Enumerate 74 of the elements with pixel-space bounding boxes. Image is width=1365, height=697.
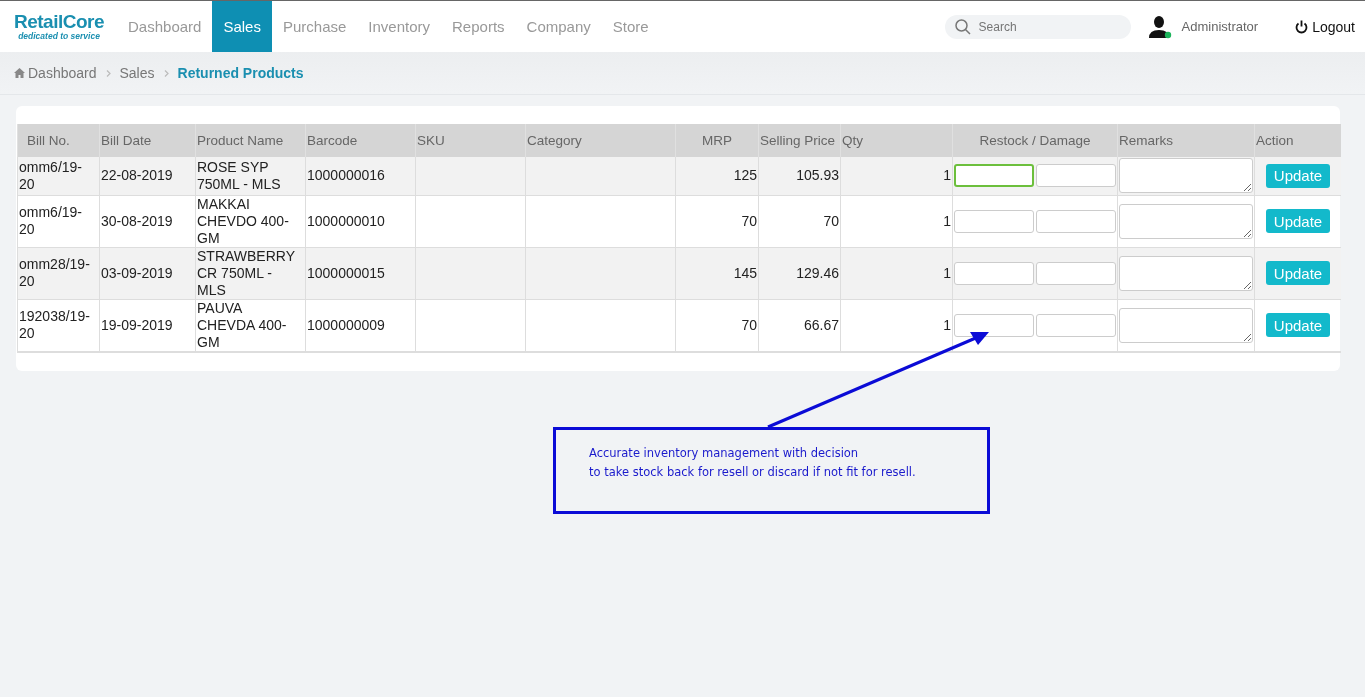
- power-icon: [1295, 19, 1309, 34]
- table-cell: 1000000009: [307, 316, 385, 333]
- nav-tab[interactable]: Dashboard: [117, 1, 213, 52]
- column-header: Category: [525, 124, 676, 157]
- table-cell: 1000000016: [307, 167, 385, 184]
- remarks-field[interactable]: [1119, 203, 1253, 239]
- update-button[interactable]: Update: [1266, 163, 1330, 188]
- column-header: Product Name: [195, 124, 306, 157]
- table-cell: 19-09-2019: [101, 316, 173, 333]
- table-cell: 105.93: [796, 167, 839, 184]
- remarks-field[interactable]: [1119, 307, 1253, 343]
- table-cell-text: STRAWBERRY CR 750ML - MLS: [197, 247, 296, 299]
- logout-button[interactable]: Logout: [1295, 18, 1355, 35]
- column-header: MRP: [675, 124, 759, 157]
- column-header: Barcode: [305, 124, 416, 157]
- column-header: Selling Price: [758, 124, 841, 157]
- restock-field[interactable]: [954, 261, 1034, 285]
- table-cell-text: ROSE SYP 750ML - MLS: [197, 158, 282, 193]
- restock-field[interactable]: [954, 209, 1034, 233]
- table-cell-text: PAUVA CHEVDA 400-GM: [197, 299, 288, 351]
- column-header: SKU: [415, 124, 526, 157]
- breadcrumb-link[interactable]: Dashboard: [14, 65, 97, 81]
- callout-text: to take stock back for resell or discard if not fit for resell.: [589, 464, 917, 481]
- nav-tab[interactable]: Store: [601, 1, 660, 52]
- table-cell: 1: [943, 167, 951, 184]
- table-cell: 1: [943, 212, 951, 229]
- nav-tab[interactable]: Sales: [212, 1, 272, 52]
- brand-name: RetailCore: [14, 12, 105, 32]
- damage-field[interactable]: [1036, 313, 1116, 337]
- breadcrumb-link[interactable]: Returned Products: [177, 65, 304, 81]
- column-header: Restock / Damage: [952, 124, 1118, 157]
- table-cell: 70: [741, 316, 757, 333]
- table-cell: 70: [741, 212, 757, 229]
- table-cell: 30-08-2019: [101, 212, 173, 229]
- update-button[interactable]: Update: [1266, 313, 1330, 337]
- remarks-field[interactable]: [1119, 255, 1253, 291]
- table-cell: 03-09-2019: [101, 264, 173, 281]
- breadcrumb-link[interactable]: Sales: [119, 65, 155, 81]
- home-icon: [14, 68, 25, 78]
- table-cell: 145: [733, 264, 757, 281]
- column-header: Bill No.: [17, 124, 100, 157]
- update-button[interactable]: Update: [1266, 261, 1330, 285]
- callout-text: Accurate inventory management with decision: [589, 445, 860, 462]
- column-header: Action: [1254, 124, 1341, 157]
- table-cell: 129.46: [796, 264, 839, 281]
- table-cell: 1000000015: [307, 264, 385, 281]
- restock-field[interactable]: [954, 164, 1034, 188]
- table-cell: 1: [943, 316, 951, 333]
- nav-tab[interactable]: Company: [515, 1, 602, 52]
- user-name[interactable]: Administrator: [1181, 19, 1259, 34]
- brand-tagline: dedicated to service: [18, 32, 100, 41]
- restock-field[interactable]: [954, 313, 1034, 337]
- damage-field[interactable]: [1036, 209, 1116, 233]
- damage-field[interactable]: [1036, 261, 1116, 285]
- table-cell-text: omm6/19-20: [19, 204, 84, 238]
- column-header: Remarks: [1117, 124, 1255, 157]
- table-cell: 1: [943, 264, 951, 281]
- user-avatar-icon: [1147, 14, 1172, 39]
- update-button[interactable]: Update: [1266, 209, 1330, 233]
- table-cell: 70: [823, 212, 839, 229]
- damage-field[interactable]: [1036, 164, 1116, 188]
- column-header: Bill Date: [99, 124, 196, 157]
- table-cell-text: omm6/19-20: [19, 158, 84, 193]
- table-cell: 125: [733, 167, 757, 184]
- nav-tab[interactable]: Purchase: [271, 1, 358, 52]
- remarks-field[interactable]: [1119, 158, 1253, 194]
- table-cell: 66.67: [803, 316, 839, 333]
- table-cell-text: MAKKAI CHEVDO 400-GM: [197, 195, 290, 247]
- nav-tab[interactable]: Reports: [441, 1, 516, 52]
- nav-tab[interactable]: Inventory: [357, 1, 442, 52]
- search-field[interactable]: Search: [944, 14, 1131, 39]
- table-cell: 1000000010: [307, 212, 385, 229]
- table-cell: 22-08-2019: [101, 167, 173, 184]
- column-header: Qty: [840, 124, 953, 157]
